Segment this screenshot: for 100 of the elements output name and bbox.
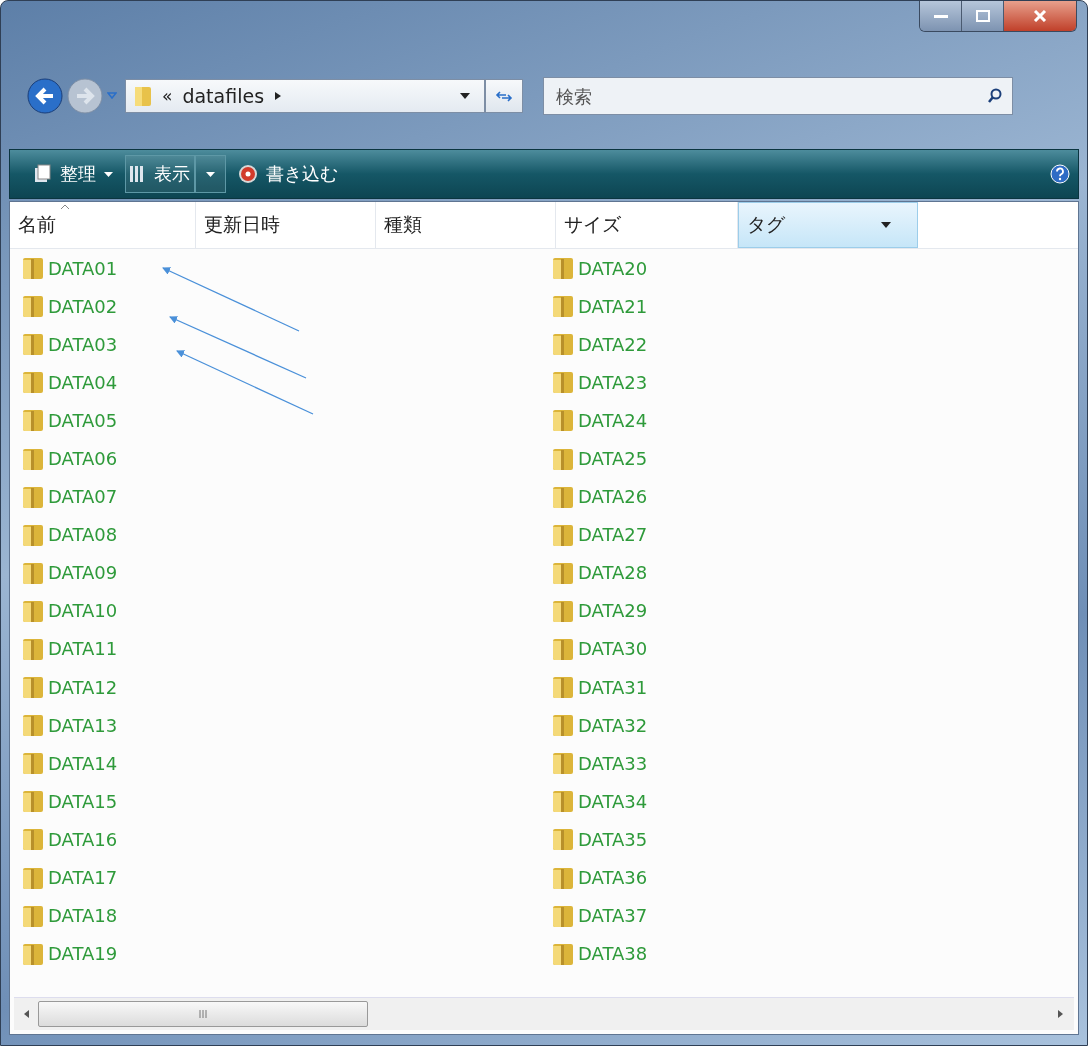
folder-icon	[22, 637, 44, 661]
folder-icon	[552, 522, 574, 547]
folder-name[interactable]: DATA20	[578, 257, 648, 279]
folder-name[interactable]: DATA08	[48, 524, 118, 546]
folder-name[interactable]: DATA29	[578, 600, 648, 622]
folder-icon	[552, 827, 574, 852]
folder-name[interactable]: DATA33	[578, 752, 648, 774]
folder-icon	[22, 598, 44, 623]
folder-icon	[552, 484, 574, 509]
folder-name[interactable]: DATA09	[48, 562, 118, 584]
folder-icon	[552, 370, 574, 395]
folder-name[interactable]: DATA31	[578, 676, 648, 698]
breadcrumb-overflow[interactable]: «	[162, 86, 173, 106]
folder-icon	[552, 294, 574, 319]
folder-name[interactable]: DATA36	[578, 867, 648, 889]
views-button[interactable]: 表示	[125, 155, 195, 193]
caret-icon	[104, 171, 113, 177]
folder-name[interactable]: DATA06	[48, 448, 118, 469]
folder-icon	[552, 637, 574, 661]
folder-icon	[22, 713, 44, 738]
folder-name[interactable]: DATA24	[578, 409, 648, 431]
folder-icon	[22, 522, 44, 547]
scroll-left-icon[interactable]	[24, 1010, 30, 1018]
search-field[interactable]: 検索	[543, 77, 1013, 115]
refresh-button[interactable]	[485, 79, 523, 113]
folder-icon	[552, 256, 574, 281]
folder-icon	[552, 675, 574, 700]
folder-name[interactable]: DATA18	[48, 905, 118, 927]
folder-icon	[22, 560, 44, 585]
folder-icon	[22, 865, 44, 890]
folder-icon	[22, 675, 44, 700]
folder-name[interactable]: DATA25	[578, 448, 648, 469]
folder-icon	[552, 865, 574, 890]
folder-name[interactable]: DATA23	[578, 371, 648, 393]
minimize-button[interactable]	[920, 1, 962, 31]
folder-name[interactable]: DATA38	[578, 943, 648, 965]
folder-name[interactable]: DATA04	[48, 371, 118, 393]
folder-icon	[22, 827, 44, 852]
folder-name[interactable]: DATA11	[48, 638, 118, 660]
folder-name[interactable]: DATA26	[578, 486, 648, 508]
folder-name[interactable]: DATA03	[48, 333, 118, 355]
folder-name[interactable]: DATA34	[578, 790, 648, 812]
scroll-right-icon[interactable]	[1058, 1010, 1064, 1018]
views-dropdown[interactable]	[195, 155, 226, 193]
folder-icon	[22, 903, 44, 928]
maximize-button[interactable]	[962, 1, 1004, 31]
folder-icon	[22, 484, 44, 509]
folder-name[interactable]: DATA15	[48, 790, 118, 812]
folder-icon	[552, 751, 574, 776]
burn-button[interactable]: 書き込む	[234, 155, 342, 193]
help-icon	[1050, 164, 1070, 184]
folder-name[interactable]: DATA28	[578, 562, 648, 584]
horizontal-scrollbar[interactable]	[14, 997, 1074, 1030]
folder-name[interactable]: DATA07	[48, 486, 118, 508]
folder-name[interactable]: DATA35	[578, 828, 648, 850]
folder-name[interactable]: DATA12	[48, 676, 118, 698]
folder-icon	[552, 598, 574, 623]
back-button[interactable]	[27, 78, 63, 114]
scrollbar-thumb[interactable]	[38, 1001, 368, 1027]
caret-icon[interactable]	[460, 93, 470, 99]
folder-name[interactable]: DATA32	[578, 714, 648, 736]
folder-name[interactable]: DATA05	[48, 409, 118, 431]
folder-name[interactable]: DATA16	[48, 828, 118, 850]
folder-name[interactable]: DATA30	[578, 638, 648, 660]
folder-name[interactable]: DATA21	[578, 295, 648, 317]
folder-name[interactable]: DATA13	[48, 714, 118, 736]
folder-icon	[552, 446, 574, 471]
chevron-icon[interactable]	[274, 91, 283, 101]
folder-icon	[22, 751, 44, 776]
folder-name[interactable]: DATA01	[48, 257, 118, 279]
folder-name[interactable]: DATA17	[48, 867, 118, 889]
organize-menu[interactable]: 整理	[30, 155, 117, 193]
folder-name[interactable]: DATA10	[48, 600, 118, 622]
folder-name[interactable]: DATA22	[578, 333, 648, 355]
breadcrumb[interactable]: datafiles	[182, 85, 265, 107]
search-icon[interactable]	[988, 88, 1002, 104]
folder-icon	[22, 789, 44, 814]
column-header[interactable]: タグ	[738, 202, 918, 248]
address-bar[interactable]: « datafiles	[125, 79, 485, 113]
caret-icon	[206, 171, 215, 177]
folder-icon	[552, 903, 574, 928]
folder-icon	[22, 332, 44, 357]
folder-icon	[552, 789, 574, 814]
folder-icon	[134, 85, 152, 107]
caret-icon[interactable]	[881, 222, 891, 228]
folder-icon	[552, 941, 574, 966]
close-button[interactable]	[1004, 1, 1076, 31]
search-input[interactable]: 検索	[554, 84, 988, 108]
help-button[interactable]	[1050, 164, 1070, 184]
minimize-icon	[933, 13, 948, 19]
folder-icon	[22, 294, 44, 319]
refresh-icon	[495, 89, 513, 103]
folder-name[interactable]: DATA19	[48, 943, 118, 965]
folder-name[interactable]: DATA27	[578, 524, 648, 546]
folder-name[interactable]: DATA37	[578, 905, 648, 927]
folder-icon	[22, 256, 44, 281]
folder-icon	[22, 941, 44, 966]
folder-name[interactable]: DATA02	[48, 295, 118, 317]
folder-name[interactable]: DATA14	[48, 752, 118, 774]
folder-icon	[22, 408, 44, 433]
